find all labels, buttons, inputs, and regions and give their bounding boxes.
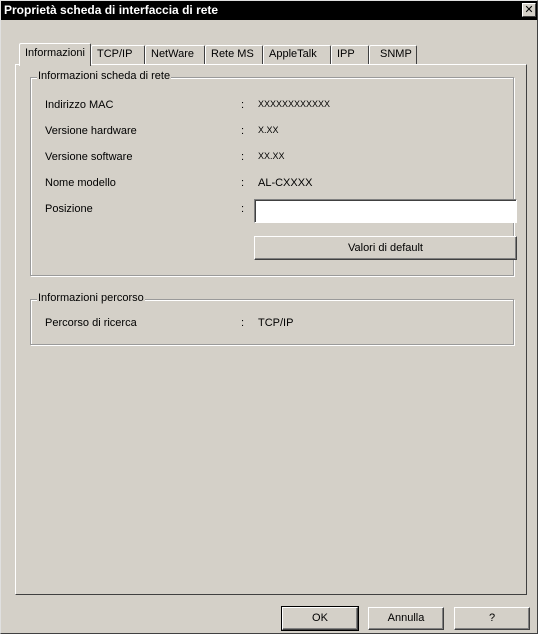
hardware-version-label: Versione hardware — [45, 125, 137, 137]
path-info-legend: Informazioni percorso — [37, 292, 145, 304]
position-label: Posizione — [45, 203, 93, 215]
colon: : — [241, 177, 245, 189]
model-name-label: Nome modello — [45, 177, 116, 189]
ok-button[interactable]: OK — [281, 606, 359, 631]
close-button[interactable]: ✕ — [522, 3, 536, 17]
tab-rete-ms[interactable]: Rete MS — [205, 45, 263, 64]
mac-address-value: XXXXXXXXXXXX — [258, 99, 331, 109]
mac-address-label: Indirizzo MAC — [45, 99, 114, 111]
model-name-value: AL-CXXXX — [258, 177, 313, 189]
colon: : — [241, 151, 245, 163]
window-title: Proprietà scheda di interfaccia di rete — [4, 3, 219, 17]
tab-informazioni[interactable]: Informazioni — [19, 43, 91, 66]
tab-ipp[interactable]: IPP — [331, 45, 369, 64]
software-version-label: Versione software — [45, 151, 133, 163]
tab-appletalk[interactable]: AppleTalk — [263, 45, 331, 64]
network-info-legend: Informazioni scheda di rete — [37, 70, 172, 82]
tab-tcpip[interactable]: TCP/IP — [91, 45, 145, 64]
tab-panel: Informazioni scheda di rete Indirizzo MA… — [15, 64, 527, 595]
hardware-version-value: X.XX — [258, 125, 279, 135]
search-path-label: Percorso di ricerca — [45, 317, 137, 329]
colon: : — [241, 125, 245, 137]
default-values-button[interactable]: Valori di default — [254, 236, 517, 260]
help-button[interactable]: ? — [454, 607, 530, 630]
tab-netware[interactable]: NetWare — [145, 45, 205, 64]
colon: : — [241, 317, 245, 329]
software-version-value: XX.XX — [258, 151, 285, 161]
path-info-group: Informazioni percorso Percorso di ricerc… — [30, 292, 514, 345]
close-icon: ✕ — [524, 4, 534, 16]
position-input[interactable] — [254, 199, 517, 223]
tab-snmp[interactable]: SNMP — [369, 45, 417, 64]
properties-dialog: Proprietà scheda di interfaccia di rete … — [0, 0, 538, 634]
network-info-group: Informazioni scheda di rete Indirizzo MA… — [30, 70, 517, 276]
cancel-button[interactable]: Annulla — [368, 607, 444, 630]
colon: : — [241, 99, 245, 111]
colon: : — [241, 203, 245, 215]
title-bar[interactable]: Proprietà scheda di interfaccia di rete … — [1, 1, 537, 20]
search-path-value: TCP/IP — [258, 317, 294, 329]
